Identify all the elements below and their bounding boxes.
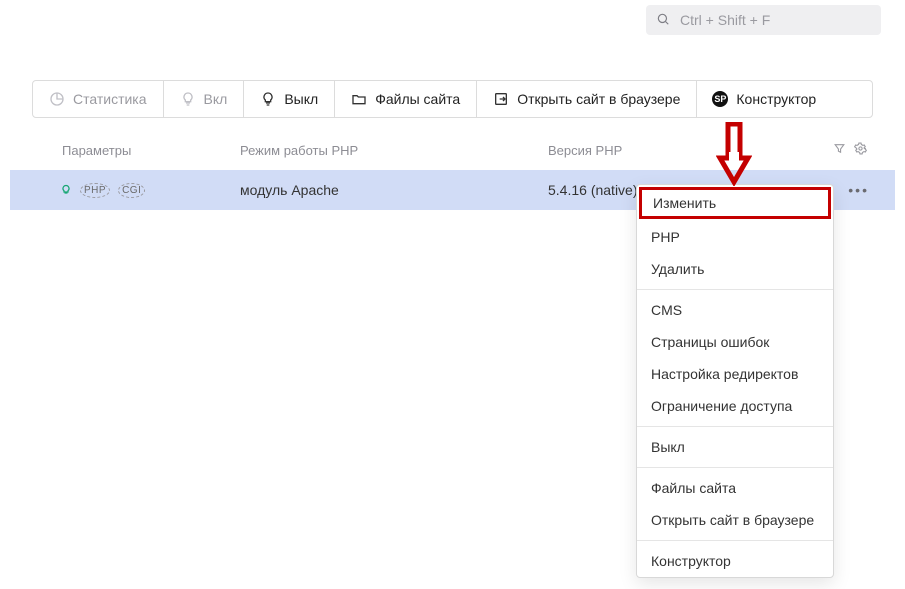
params-cell: PHP CGI <box>60 183 230 198</box>
menu-item-php[interactable]: PHP <box>637 221 833 253</box>
menu-separator <box>637 467 833 468</box>
piechart-icon <box>49 91 65 107</box>
menu-item-redirects[interactable]: Настройка редиректов <box>637 358 833 390</box>
menu-item-access[interactable]: Ограничение доступа <box>637 390 833 422</box>
files-button[interactable]: Файлы сайта <box>335 81 477 117</box>
builder-label: Конструктор <box>736 91 816 107</box>
open-external-icon <box>493 91 509 107</box>
table-header: Параметры Режим работы PHP Версия PHP <box>0 134 905 166</box>
menu-item-cms[interactable]: CMS <box>637 294 833 326</box>
context-menu: Изменить PHP Удалить CMS Страницы ошибок… <box>636 184 834 578</box>
sp-badge-icon: SP <box>712 91 728 107</box>
stats-label: Статистика <box>73 91 147 107</box>
search-input[interactable] <box>678 11 871 29</box>
menu-item-files[interactable]: Файлы сайта <box>637 472 833 504</box>
menu-item-off[interactable]: Выкл <box>637 431 833 463</box>
builder-button[interactable]: SP Конструктор <box>696 81 832 117</box>
stats-button[interactable]: Статистика <box>33 81 164 117</box>
filter-icon[interactable] <box>833 142 846 158</box>
col-header-params: Параметры <box>62 143 232 158</box>
search-icon <box>656 12 670 29</box>
menu-item-delete[interactable]: Удалить <box>637 253 833 285</box>
search-input-wrap[interactable] <box>646 5 881 35</box>
cgi-chip: CGI <box>118 183 145 198</box>
on-label: Вкл <box>204 91 228 107</box>
menu-item-edit[interactable]: Изменить <box>639 187 831 219</box>
files-label: Файлы сайта <box>375 91 460 107</box>
ver-cell: 5.4.16 (native) <box>548 182 638 198</box>
bulb-off-icon <box>260 91 276 107</box>
menu-separator <box>637 289 833 290</box>
menu-separator <box>637 540 833 541</box>
menu-item-open[interactable]: Открыть сайт в браузере <box>637 504 833 536</box>
open-button[interactable]: Открыть сайт в браузере <box>477 81 697 117</box>
col-header-ver: Версия PHP <box>548 143 622 158</box>
gear-icon[interactable] <box>854 142 867 158</box>
php-chip: PHP <box>80 183 110 198</box>
mode-cell: модуль Apache <box>240 182 540 198</box>
row-actions-button[interactable]: ••• <box>848 170 869 210</box>
folder-icon <box>351 91 367 107</box>
menu-item-builder[interactable]: Конструктор <box>637 545 833 577</box>
bulb-on-icon <box>180 91 196 107</box>
menu-item-error-pages[interactable]: Страницы ошибок <box>637 326 833 358</box>
col-header-mode: Режим работы PHP <box>240 143 540 158</box>
toolbar: Статистика Вкл Выкл Файлы сайта <box>32 80 873 118</box>
menu-separator <box>637 426 833 427</box>
open-label: Открыть сайт в браузере <box>517 91 680 107</box>
bulb-status-icon <box>60 184 72 196</box>
on-button[interactable]: Вкл <box>164 81 245 117</box>
off-label: Выкл <box>284 91 318 107</box>
off-button[interactable]: Выкл <box>244 81 335 117</box>
